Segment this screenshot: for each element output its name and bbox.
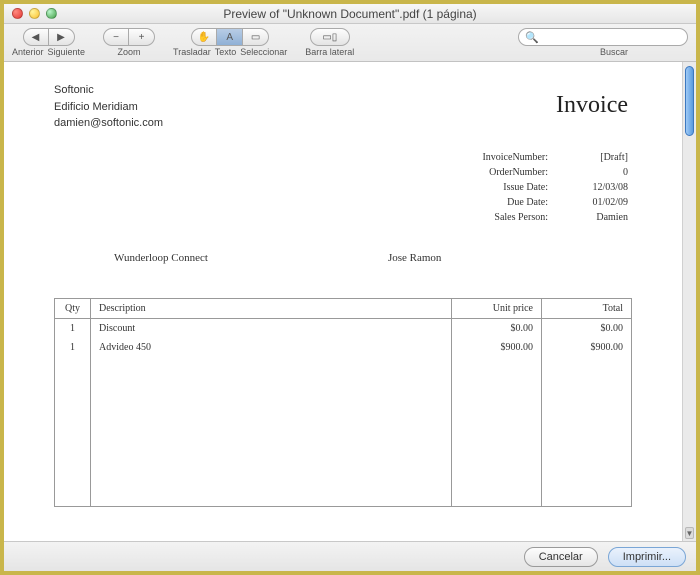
document-page: Softonic Edificio Meridiam damien@softon… bbox=[4, 62, 682, 541]
hand-icon: ✋ bbox=[198, 32, 210, 43]
scroll-down-icon[interactable]: ▼ bbox=[685, 527, 694, 539]
toolbar: ◀ ▶ Anterior Siguiente − + Zoom ✋ A ▭ Tr… bbox=[4, 24, 696, 62]
select-label: Seleccionar bbox=[240, 47, 287, 57]
sender-building: Edificio Meridiam bbox=[54, 99, 632, 116]
next-label: Siguiente bbox=[48, 47, 86, 57]
document-heading: Invoice bbox=[556, 92, 628, 119]
table-header-row: Qty Description Unit price Total bbox=[55, 298, 632, 318]
sales-person-label: Sales Person: bbox=[468, 210, 548, 225]
zoom-out-button[interactable]: − bbox=[103, 28, 129, 46]
zoom-label: Zoom bbox=[118, 47, 141, 57]
select-icon: ▭ bbox=[251, 32, 260, 43]
issue-date-value: 12/03/08 bbox=[568, 180, 628, 195]
select-tool-button[interactable]: ▭ bbox=[243, 28, 269, 46]
window-title: Preview of "Unknown Document".pdf (1 pág… bbox=[4, 7, 696, 21]
table-spacer bbox=[55, 357, 632, 507]
sender-company: Softonic bbox=[54, 82, 632, 99]
sidebar-group: ▭▯ Barra lateral bbox=[305, 28, 354, 57]
prev-label: Anterior bbox=[12, 47, 44, 57]
print-button[interactable]: Imprimir... bbox=[608, 547, 686, 567]
tool-group: ✋ A ▭ Trasladar Texto Seleccionar bbox=[173, 28, 287, 57]
sender-block: Softonic Edificio Meridiam damien@softon… bbox=[54, 82, 632, 132]
invoice-meta: InvoiceNumber: [Draft] OrderNumber: 0 Issu… bbox=[468, 150, 628, 225]
order-number-value: 0 bbox=[568, 165, 628, 180]
col-total: Total bbox=[542, 298, 632, 318]
sidebar-icon: ▭▯ bbox=[322, 32, 337, 43]
table-row: 1 Discount $0.00 $0.00 bbox=[55, 318, 632, 338]
vertical-scrollbar[interactable]: ▼ bbox=[682, 62, 696, 541]
text-label: Texto bbox=[215, 47, 237, 57]
cell-description: Discount bbox=[91, 318, 452, 338]
cell-qty: 1 bbox=[55, 318, 91, 338]
nav-group: ◀ ▶ Anterior Siguiente bbox=[12, 28, 85, 57]
party-to: Jose Ramon bbox=[388, 252, 441, 264]
sales-person-value: Damien bbox=[568, 210, 628, 225]
cancel-button[interactable]: Cancelar bbox=[524, 547, 598, 567]
prev-button[interactable]: ◀ bbox=[23, 28, 49, 46]
order-number-label: OrderNumber: bbox=[468, 165, 548, 180]
search-group: 🔍 Buscar bbox=[372, 28, 688, 57]
text-icon: A bbox=[226, 32, 233, 43]
sidebar-toggle-button[interactable]: ▭▯ bbox=[310, 28, 350, 46]
next-button[interactable]: ▶ bbox=[49, 28, 75, 46]
text-tool-button[interactable]: A bbox=[217, 28, 243, 46]
col-unit-price: Unit price bbox=[452, 298, 542, 318]
invoice-number-value: [Draft] bbox=[568, 150, 628, 165]
search-input[interactable] bbox=[543, 32, 681, 43]
search-label: Buscar bbox=[600, 47, 688, 57]
cell-total: $0.00 bbox=[542, 318, 632, 338]
cell-unit-price: $0.00 bbox=[452, 318, 542, 338]
content-area: Softonic Edificio Meridiam damien@softon… bbox=[4, 62, 696, 541]
col-description: Description bbox=[91, 298, 452, 318]
cell-qty: 1 bbox=[55, 338, 91, 357]
issue-date-label: Issue Date: bbox=[468, 180, 548, 195]
zoom-in-button[interactable]: + bbox=[129, 28, 155, 46]
due-date-value: 01/02/09 bbox=[568, 195, 628, 210]
invoice-number-label: InvoiceNumber: bbox=[468, 150, 548, 165]
search-icon: 🔍 bbox=[525, 31, 539, 44]
search-field[interactable]: 🔍 bbox=[518, 28, 688, 46]
cell-description: Advideo 450 bbox=[91, 338, 452, 357]
preview-window: Preview of "Unknown Document".pdf (1 pág… bbox=[4, 4, 696, 571]
sender-email: damien@softonic.com bbox=[54, 115, 632, 132]
titlebar: Preview of "Unknown Document".pdf (1 pág… bbox=[4, 4, 696, 24]
cell-total: $900.00 bbox=[542, 338, 632, 357]
move-label: Trasladar bbox=[173, 47, 211, 57]
table-row: 1 Advideo 450 $900.00 $900.00 bbox=[55, 338, 632, 357]
cell-unit-price: $900.00 bbox=[452, 338, 542, 357]
col-qty: Qty bbox=[55, 298, 91, 318]
due-date-label: Due Date: bbox=[468, 195, 548, 210]
scroll-thumb[interactable] bbox=[685, 66, 694, 136]
zoom-group: − + Zoom bbox=[103, 28, 155, 57]
sidebar-label: Barra lateral bbox=[305, 47, 354, 57]
invoice-table: Qty Description Unit price Total 1 Disco… bbox=[54, 298, 632, 508]
party-from: Wunderloop Connect bbox=[114, 252, 208, 264]
move-tool-button[interactable]: ✋ bbox=[191, 28, 217, 46]
footer: Cancelar Imprimir... bbox=[4, 541, 696, 571]
